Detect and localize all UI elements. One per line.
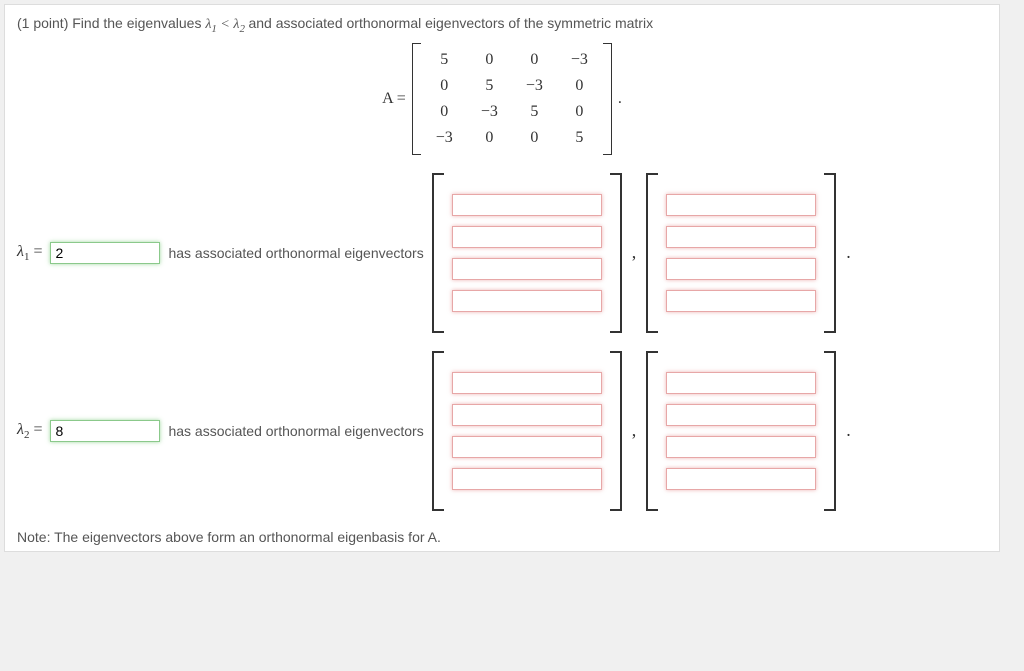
vector-1a	[432, 173, 622, 333]
vec1a-input-1[interactable]	[452, 194, 602, 216]
matrix-cell: −3	[422, 125, 467, 151]
matrix-cell: 5	[557, 125, 602, 151]
vec1b-input-4[interactable]	[666, 290, 816, 312]
vec2b-input-3[interactable]	[666, 436, 816, 458]
matrix-period: .	[618, 90, 622, 108]
comma-1: ,	[628, 242, 641, 263]
vec1b-input-3[interactable]	[666, 258, 816, 280]
vector-2a	[432, 351, 622, 511]
lambda1-text: has associated orthonormal eigenvectors	[168, 245, 423, 261]
vec1a-input-2[interactable]	[452, 226, 602, 248]
matrix-label: A =	[382, 90, 406, 108]
eigen-row-2: λ2 = has associated orthonormal eigenvec…	[17, 351, 987, 511]
period-1: .	[842, 242, 855, 263]
matrix-cell: 5	[422, 47, 467, 73]
matrix-cell: 0	[557, 99, 602, 125]
lambda1-input[interactable]	[50, 242, 160, 264]
vector-1b	[646, 173, 836, 333]
matrix-cell: 0	[422, 73, 467, 99]
vec1b-input-1[interactable]	[666, 194, 816, 216]
vec1a-input-4[interactable]	[452, 290, 602, 312]
vec2a-input-1[interactable]	[452, 372, 602, 394]
matrix-cell: −3	[557, 47, 602, 73]
problem-prompt: (1 point) Find the eigenvalues λ1 < λ2 a…	[17, 15, 987, 35]
vec2a-input-2[interactable]	[452, 404, 602, 426]
lambda2-label: λ2 =	[17, 421, 42, 441]
vec2a-input-3[interactable]	[452, 436, 602, 458]
vec1b-input-2[interactable]	[666, 226, 816, 248]
vec2b-input-2[interactable]	[666, 404, 816, 426]
prompt-text-after: and associated orthonormal eigenvectors …	[248, 15, 653, 31]
matrix-cell: 0	[557, 73, 602, 99]
matrix-cell: 0	[467, 47, 512, 73]
period-2: .	[842, 420, 855, 441]
note-content: Note: The eigenvectors above form an ort…	[17, 529, 441, 545]
matrix-cell: 0	[512, 47, 557, 73]
eigenvectors-1: , .	[432, 173, 855, 333]
matrix-A: 5 0 0 −3 0 5 −3 0 0 −3 5	[412, 43, 612, 155]
vector-2b	[646, 351, 836, 511]
comma-2: ,	[628, 420, 641, 441]
prompt-text-before: Find the eigenvalues	[72, 15, 201, 31]
vec2b-input-1[interactable]	[666, 372, 816, 394]
matrix-cell: 5	[467, 73, 512, 99]
lambda2-text: has associated orthonormal eigenvectors	[168, 423, 423, 439]
matrix-cell: −3	[512, 73, 557, 99]
matrix-cell: −3	[467, 99, 512, 125]
vec1a-input-3[interactable]	[452, 258, 602, 280]
matrix-cell: 5	[512, 99, 557, 125]
matrix-cell: 0	[422, 99, 467, 125]
prompt-inequality: λ1 < λ2	[205, 17, 248, 32]
eigenvectors-2: , .	[432, 351, 855, 511]
matrix-cell: 0	[467, 125, 512, 151]
vec2a-input-4[interactable]	[452, 468, 602, 490]
note-text: Note: The eigenvectors above form an ort…	[17, 529, 987, 545]
eigen-row-1: λ1 = has associated orthonormal eigenvec…	[17, 173, 987, 333]
matrix-display: A = 5 0 0 −3 0 5 −3 0	[17, 43, 987, 155]
lambda2-input[interactable]	[50, 420, 160, 442]
problem-container: (1 point) Find the eigenvalues λ1 < λ2 a…	[4, 4, 1000, 552]
points-label: (1 point)	[17, 15, 68, 31]
vec2b-input-4[interactable]	[666, 468, 816, 490]
matrix-cell: 0	[512, 125, 557, 151]
lambda1-label: λ1 =	[17, 243, 42, 263]
